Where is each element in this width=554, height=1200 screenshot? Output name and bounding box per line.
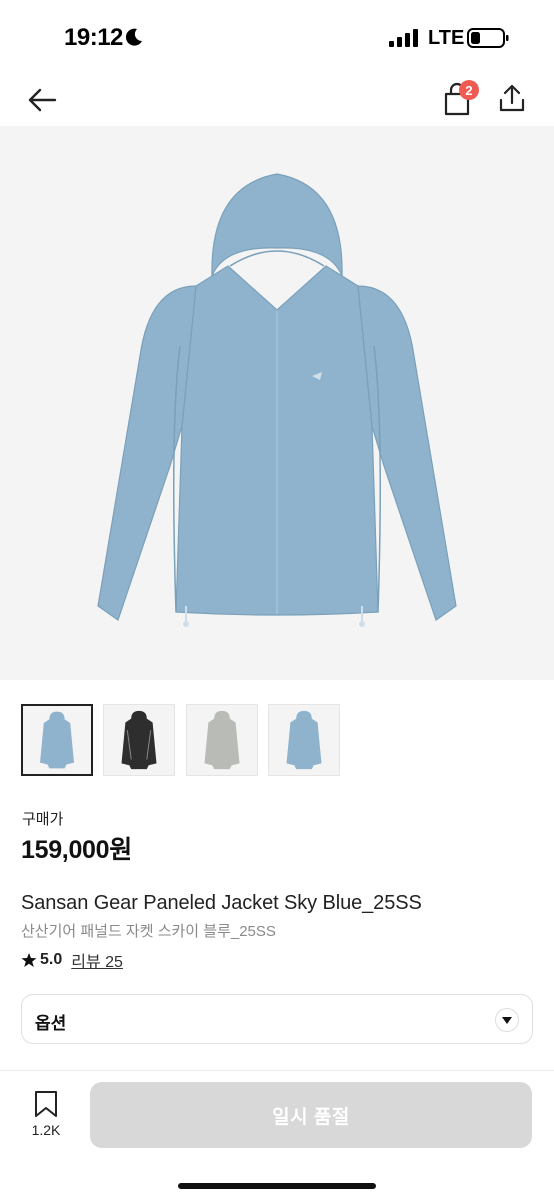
share-button[interactable] [492,78,532,118]
thumbnail-jacket-gray [204,710,240,770]
price-label: 구매가 [22,811,64,828]
product-price: 159,000원 [21,836,132,864]
share-icon [499,84,525,112]
moon-icon [125,28,142,46]
bookmark-button[interactable]: 1.2K [22,1090,70,1140]
bookmark-icon [35,1091,57,1117]
bookmark-count: 1.2K [31,1122,61,1138]
product-title-ko: 산산기어 패널드 자켓 스카이 블루_25SS [21,923,276,940]
status-bar: 19:12 LTE [0,0,554,72]
home-indicator [178,1183,376,1189]
review-link[interactable]: 리뷰 25 [71,948,123,972]
battery-icon [467,28,509,48]
arrow-left-icon [28,88,57,112]
cart-count-badge: 2 [459,80,479,100]
thumbnail-2[interactable] [103,704,175,776]
star-icon [21,953,37,967]
thumbnail-4[interactable] [268,704,340,776]
product-title-en: Sansan Gear Paneled Jacket Sky Blue_25SS [21,892,422,914]
jacket-image [97,173,457,627]
option-label: 옵션 [35,1014,67,1033]
thumbnail-jacket-sky-blue-alt [286,710,322,770]
chevron-down-icon [502,1017,512,1024]
rating-score: 5.0 [40,951,63,968]
carrier-label: LTE [428,27,465,49]
bottom-divider [0,1070,554,1071]
option-select[interactable]: 옵션 [21,994,533,1044]
thumbnail-jacket-black [121,710,157,770]
option-caret [495,1008,519,1032]
thumbnail-strip [21,704,541,778]
product-main-image[interactable] [0,126,554,680]
status-time: 19:12 [64,24,123,51]
app-header: 2 [0,72,554,126]
thumbnail-3[interactable] [186,704,258,776]
thumbnail-jacket-sky-blue [40,711,74,769]
back-button[interactable] [22,80,62,120]
rating-row: 5.0 리뷰 25 [21,949,123,971]
sold-out-button[interactable]: 일시 품절 [90,1082,532,1148]
signal-icon [389,29,418,47]
thumbnail-1[interactable] [21,704,93,776]
